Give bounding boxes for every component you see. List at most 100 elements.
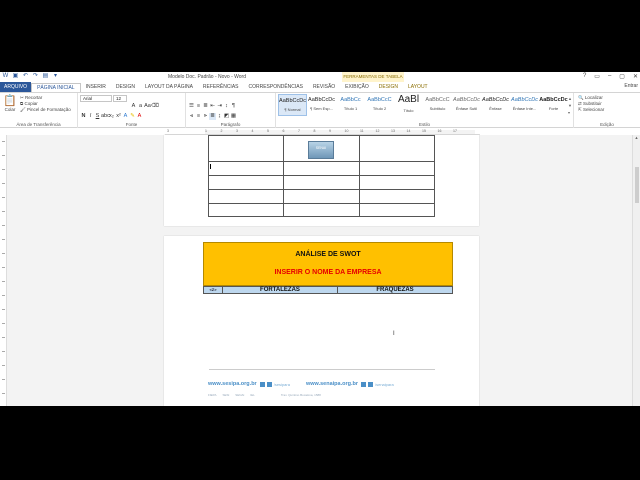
paste-label: Colar: [4, 107, 16, 112]
table-cell[interactable]: [283, 175, 360, 190]
scroll-up-icon[interactable]: ▲: [633, 135, 640, 140]
weaknesses-header[interactable]: FRAQUEZAS: [338, 287, 452, 293]
highlight-icon[interactable]: ✎: [129, 113, 136, 120]
format-painter-button[interactable]: 🖌 Pincel de Formatação: [20, 107, 71, 113]
swot-header-block[interactable]: ANÁLISE DE SWOT INSERIR O NOME DA EMPRES…: [203, 242, 453, 286]
font-size-combo[interactable]: 12: [113, 95, 127, 102]
swot-corner-cell[interactable]: <Z>: [204, 287, 223, 293]
undo-icon[interactable]: ↶: [22, 73, 29, 80]
select-button[interactable]: ⇱ Selecionar: [578, 107, 604, 113]
tab-table-layout[interactable]: LAYOUT: [403, 82, 433, 92]
table-cell[interactable]: [358, 135, 436, 162]
swot-column-headers[interactable]: <Z> FORTALEZAS FRAQUEZAS: [203, 286, 453, 294]
justify-icon[interactable]: ≣: [209, 113, 216, 120]
ruler-number: 8: [313, 129, 316, 133]
table-cell[interactable]: [207, 175, 285, 190]
document-page-upper[interactable]: SENAI: [164, 135, 479, 226]
table-cell[interactable]: [358, 203, 436, 217]
style-strong[interactable]: AaBbCcDc Forte: [539, 94, 568, 116]
change-case-icon[interactable]: Aa: [144, 103, 151, 110]
tab-design[interactable]: DESIGN: [111, 82, 140, 92]
superscript-icon[interactable]: x²: [115, 113, 122, 120]
ruler-number: 5: [267, 129, 269, 133]
tab-file[interactable]: ARQUIVO: [0, 82, 32, 92]
style-subtitle[interactable]: AaBbCcC Subtítulo: [423, 94, 452, 116]
vertical-ruler[interactable]: [0, 135, 7, 406]
ruler-tick: [2, 267, 5, 268]
chevron-down-icon[interactable]: ▼: [568, 102, 573, 109]
help-button[interactable]: ?: [583, 73, 586, 80]
style-name: Forte: [548, 106, 559, 111]
print-preview-icon[interactable]: ▤: [42, 73, 49, 80]
tab-references[interactable]: REFERÊNCIAS: [198, 82, 244, 92]
maximize-button[interactable]: ▢: [619, 73, 625, 80]
shading-icon[interactable]: ◩: [223, 113, 230, 120]
style-name: Subtítulo: [429, 106, 446, 111]
sign-in-link[interactable]: Entrar: [624, 83, 638, 89]
footer-handle-senai: /senaipara: [375, 381, 394, 387]
style-heading-1[interactable]: AaBbCc Título 1: [336, 94, 365, 116]
strikethrough-icon[interactable]: abc: [101, 113, 110, 120]
customize-qat-icon[interactable]: ▾: [52, 73, 59, 80]
styles-scroll[interactable]: ▲ ▼ ▾: [568, 95, 573, 116]
table-cell[interactable]: [358, 189, 436, 204]
font-name-combo[interactable]: Arial: [80, 95, 112, 102]
scrollbar-thumb[interactable]: [635, 167, 639, 203]
format-painter-label: Pincel de Formatação: [26, 107, 71, 112]
align-left-icon[interactable]: ⫷: [188, 113, 195, 120]
table-cell[interactable]: [283, 161, 360, 176]
ruler-number: 1: [205, 129, 207, 133]
save-icon[interactable]: ▣: [12, 73, 19, 80]
table-cell[interactable]: [207, 135, 285, 162]
font-color-icon[interactable]: A: [136, 113, 143, 120]
style-title[interactable]: AaBl Título: [394, 94, 423, 116]
style-normal[interactable]: AaBbCcDc ¶ Normal: [278, 94, 307, 116]
tab-table-design[interactable]: DESIGN: [374, 82, 403, 92]
ruler-number: 2: [220, 129, 223, 133]
paste-button[interactable]: 📋 Colar: [3, 95, 17, 113]
chevron-up-icon[interactable]: ▲: [568, 95, 573, 102]
table-cell[interactable]: [283, 203, 360, 217]
text-effects-icon[interactable]: A: [122, 113, 129, 120]
style-intense-emphasis[interactable]: AaBbCcDc Ênfase Inte...: [510, 94, 539, 116]
table-cell[interactable]: [207, 189, 285, 204]
ribbon-options-button[interactable]: ▭: [594, 73, 600, 80]
table-cell[interactable]: [207, 203, 285, 217]
table-cell[interactable]: [283, 189, 360, 204]
borders-icon[interactable]: ▦: [230, 113, 237, 120]
ruler-number: 4: [251, 129, 254, 133]
quick-access-toolbar: W ▣ ↶ ↷ ▤ ▾: [2, 73, 59, 80]
style-emphasis[interactable]: AaBbCcDc Ênfase: [481, 94, 510, 116]
line-spacing-icon[interactable]: ↨: [216, 113, 223, 120]
clear-format-icon[interactable]: ⌫: [151, 103, 159, 110]
redo-icon[interactable]: ↷: [32, 73, 39, 80]
ribbon: 📋 Colar ✂ Recortar ⧉ Copiar 🖌 Pincel de …: [0, 92, 640, 128]
tab-page-layout[interactable]: LAYOUT DA PÁGINA: [140, 82, 198, 92]
table-cell[interactable]: [207, 161, 285, 176]
table-cell[interactable]: [358, 175, 436, 190]
style-subtle-emphasis[interactable]: AaBbCcDc Ênfase Sutil: [452, 94, 481, 116]
strengths-header[interactable]: FORTALEZAS: [223, 287, 338, 293]
subscript-icon[interactable]: x₂: [108, 113, 115, 120]
footer-info: FIEPA SESI SENAI IEL Trav. Quintino Boca…: [208, 393, 440, 397]
tab-mailings[interactable]: CORRESPONDÊNCIAS: [243, 82, 307, 92]
tab-view[interactable]: EXIBIÇÃO: [340, 82, 374, 92]
close-button[interactable]: ✕: [633, 73, 638, 80]
style-no-spacing[interactable]: AaBbCcDc ¶ Sem Esp...: [307, 94, 336, 116]
vertical-scrollbar[interactable]: ▲: [632, 135, 640, 406]
minimize-button[interactable]: –: [608, 73, 611, 80]
style-heading-2[interactable]: AaBbCcC Título 2: [365, 94, 394, 116]
company-name-placeholder[interactable]: INSERIR O NOME DA EMPRESA: [204, 269, 452, 276]
document-page-lower[interactable]: ANÁLISE DE SWOT INSERIR O NOME DA EMPRES…: [164, 236, 479, 406]
bold-icon[interactable]: N: [80, 113, 87, 120]
tab-review[interactable]: REVISÃO: [308, 82, 340, 92]
underline-icon[interactable]: S: [94, 113, 101, 120]
center-icon[interactable]: ≡: [195, 113, 202, 120]
align-right-icon[interactable]: ⫸: [202, 113, 209, 120]
tab-insert[interactable]: INSERIR: [81, 82, 111, 92]
italic-icon[interactable]: I: [87, 113, 94, 120]
table-cell[interactable]: [358, 161, 436, 176]
tab-home[interactable]: PÁGINA INICIAL: [31, 82, 81, 92]
copy-label: Copiar: [24, 101, 38, 106]
more-styles-icon[interactable]: ▾: [568, 109, 573, 116]
